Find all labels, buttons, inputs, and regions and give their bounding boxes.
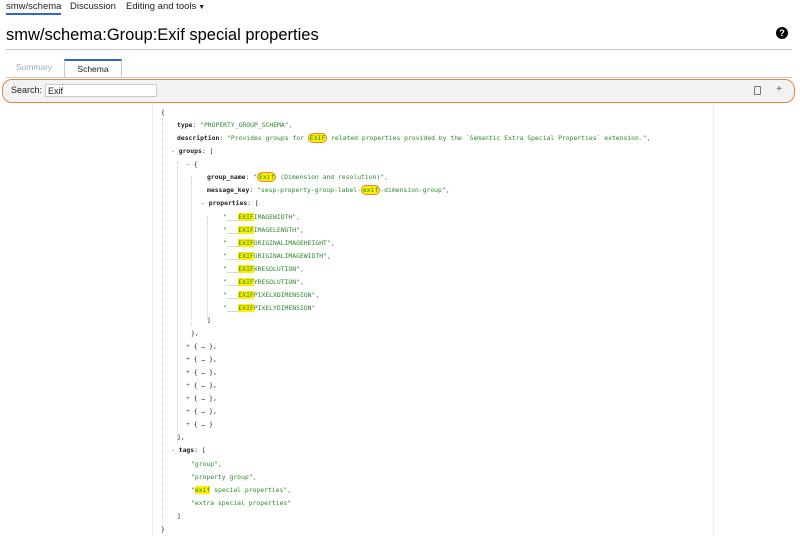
json-property-item: "___EXIFORIGINALIMAGEHEIGHT", xyxy=(223,239,335,247)
json-line-properties: - properties: [ xyxy=(201,199,259,207)
search-highlight: EXIF xyxy=(238,252,254,260)
json-viewer: { type: "PROPERTY_GROUP_SCHEMA", descrip… xyxy=(152,104,714,536)
collapse-toggle[interactable]: - xyxy=(186,160,190,168)
tab-summary[interactable]: Summary xyxy=(6,59,62,76)
json-line-description: description: "Provides groups for EXIF r… xyxy=(177,133,651,143)
json-tag-item: "exif special properties", xyxy=(191,486,292,494)
json-collapsed-group[interactable]: + { … }, xyxy=(186,379,217,392)
search-highlight: EXIF xyxy=(238,239,254,247)
search-highlight: EXIF xyxy=(238,213,254,221)
expand-toggle[interactable]: + xyxy=(186,355,190,363)
copy-icon[interactable] xyxy=(754,86,761,95)
add-icon[interactable]: + xyxy=(776,84,782,95)
search-highlight: exif xyxy=(360,185,381,195)
indent-guide xyxy=(191,176,192,326)
json-property-item: "___EXIFORIGINALIMAGEWIDTH", xyxy=(223,252,331,260)
search-highlight: EXIF xyxy=(238,278,254,286)
json-property-item: "___EXIFPIXELXDIMENSION", xyxy=(223,291,320,299)
json-collapsed-group[interactable]: + { … }, xyxy=(186,405,217,418)
expand-toggle[interactable]: + xyxy=(186,342,190,350)
json-property-item: "___EXIFPIXELYDIMENSION" xyxy=(223,304,316,312)
json-tag-item: "group", xyxy=(191,460,222,468)
search-highlight: EXIF xyxy=(238,226,254,234)
indent-guide xyxy=(207,216,208,320)
search-bar: Search: + xyxy=(2,79,795,103)
json-group-close: }, xyxy=(191,329,199,337)
json-tag-item: "extra special properties" xyxy=(191,499,292,507)
json-key: group_name xyxy=(207,173,246,181)
json-line-group-name: group_name: " Exif (Dimension and resolut… xyxy=(207,172,389,182)
tab-schema[interactable]: Schema xyxy=(64,59,122,77)
page-title: smw/schema:Group:Exif special properties xyxy=(6,26,319,44)
json-tag-item: "property group", xyxy=(191,473,257,481)
nav-editing-tools-label: Editing and tools xyxy=(126,1,197,12)
caret-down-icon: ▼ xyxy=(198,4,206,11)
json-collapsed-group[interactable]: + { … } xyxy=(186,418,213,431)
json-collapsed-group[interactable]: + { … }, xyxy=(186,392,217,405)
expand-toggle[interactable]: + xyxy=(186,420,190,428)
json-key: properties xyxy=(208,199,248,207)
json-properties-close: ] xyxy=(207,316,211,324)
json-property-item: "___EXIFXRESOLUTION", xyxy=(223,265,304,273)
json-value: "PROPERTY_GROUP_SCHEMA", xyxy=(200,121,293,129)
json-line-group-open: - { xyxy=(186,160,198,168)
expand-toggle[interactable]: + xyxy=(186,407,190,415)
help-icon[interactable]: ? xyxy=(776,27,788,39)
indent-guide xyxy=(162,118,163,530)
search-highlight: EXIF xyxy=(238,291,254,299)
json-line-message-key: message_key: "sesp-property-group-label-… xyxy=(207,185,450,195)
json-close-brace: } xyxy=(161,525,165,533)
json-collapsed-group[interactable]: + { … }, xyxy=(186,340,217,353)
collapse-toggle[interactable]: - xyxy=(171,147,175,155)
json-line-groups: - groups: [ xyxy=(171,147,214,155)
tabs-divider xyxy=(6,77,792,78)
search-highlight: EXIF xyxy=(238,304,254,312)
collapse-toggle[interactable]: - xyxy=(171,446,175,454)
nav-discussion-link[interactable]: Discussion xyxy=(70,1,116,12)
json-collapsed-group[interactable]: + { … }, xyxy=(186,366,217,379)
json-property-item: "___EXIFIMAGELENGTH", xyxy=(223,226,304,234)
json-key: tags xyxy=(178,446,195,454)
json-key: message_key xyxy=(207,186,250,194)
json-property-item: "___EXIFYRESOLUTION", xyxy=(223,278,304,286)
nav-editing-tools-menu[interactable]: Editing and tools ▼ xyxy=(126,1,205,12)
search-highlight: Exif xyxy=(257,172,277,182)
expand-toggle[interactable]: + xyxy=(186,368,190,376)
search-highlight: EXIF xyxy=(307,133,328,143)
json-key: type xyxy=(177,121,193,129)
search-label: Search: xyxy=(11,85,43,95)
json-groups-close: ], xyxy=(177,433,185,441)
json-key: description xyxy=(177,134,220,142)
search-highlight: EXIF xyxy=(238,265,254,273)
search-highlight: exif xyxy=(194,486,211,494)
search-input[interactable] xyxy=(45,84,157,97)
json-key: groups xyxy=(178,147,202,155)
json-line-tags: - tags: [ xyxy=(171,446,206,454)
json-property-item: "___EXIFIMAGEWIDTH", xyxy=(223,213,300,221)
json-open-brace: { xyxy=(161,108,165,116)
indent-guide xyxy=(177,162,178,444)
top-nav: smw/schema Discussion Editing and tools ▼ xyxy=(0,0,800,16)
collapse-toggle[interactable]: - xyxy=(201,199,205,207)
expand-toggle[interactable]: + xyxy=(186,381,190,389)
expand-toggle[interactable]: + xyxy=(186,394,190,402)
json-tags-close: ] xyxy=(177,512,181,520)
json-line-type: type: "PROPERTY_GROUP_SCHEMA", xyxy=(177,121,293,129)
nav-page-link[interactable]: smw/schema xyxy=(6,1,62,15)
json-collapsed-group[interactable]: + { … }, xyxy=(186,353,217,366)
title-divider xyxy=(6,49,792,50)
